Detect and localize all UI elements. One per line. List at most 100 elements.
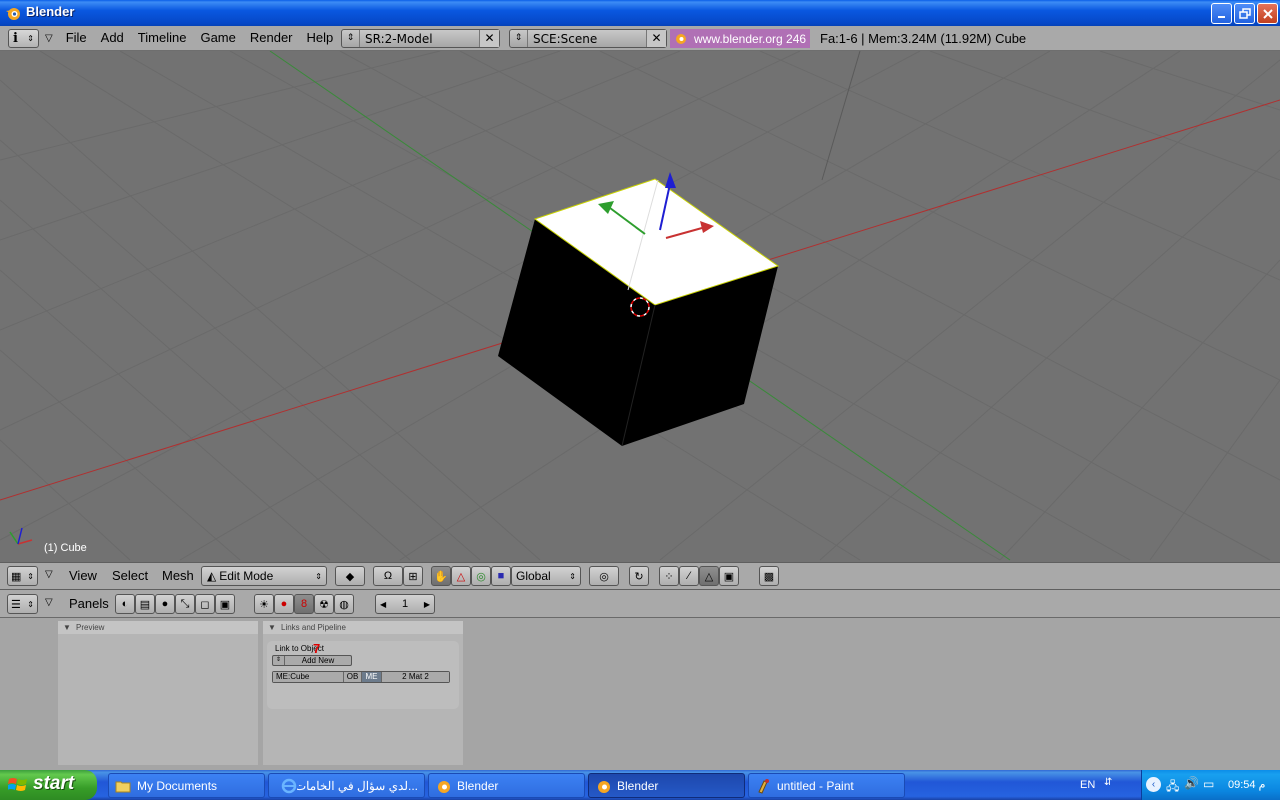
close-icon xyxy=(1262,8,1273,19)
me-link-button[interactable]: ME xyxy=(361,672,381,682)
script-context-button[interactable]: ▤ xyxy=(135,594,155,614)
occlude-geometry-button[interactable]: ▣ xyxy=(719,566,739,586)
radiosity-icon: ☢ xyxy=(319,598,329,611)
ob-link-button[interactable]: OB xyxy=(343,672,361,682)
pivot-button[interactable]: Ω xyxy=(373,566,403,586)
manipulator-toggle[interactable]: ✋ xyxy=(431,566,451,586)
edge-select-icon: ⁄ xyxy=(688,570,690,582)
proportional-edit-button[interactable]: ◎ xyxy=(589,566,619,586)
collapse-menu-icon[interactable]: ▽ xyxy=(45,569,53,580)
frame-value[interactable]: 1 xyxy=(402,598,408,610)
task-blender-2[interactable]: Blender xyxy=(588,773,745,798)
axis-gizmo-icon xyxy=(9,527,33,545)
3d-viewport[interactable]: (1) Cube xyxy=(0,51,1280,562)
menu-select[interactable]: Select xyxy=(112,568,148,583)
world-globe-icon: ◍ xyxy=(339,598,349,611)
material-button[interactable]: ● xyxy=(274,594,294,614)
show-hidden-icons-button[interactable]: ‹ xyxy=(1146,777,1161,792)
shading-context-button[interactable]: ● xyxy=(155,594,175,614)
edit-mode-icon: ◭ xyxy=(207,569,217,583)
draw-type-button[interactable]: ◆ xyxy=(335,566,365,586)
restore-button[interactable] xyxy=(1234,3,1255,24)
logic-context-button[interactable]: ◐ xyxy=(115,594,135,614)
world-button[interactable]: ◍ xyxy=(334,594,354,614)
frame-field[interactable]: ◀ 1 ▶ xyxy=(375,594,435,614)
task-blender-1[interactable]: Blender xyxy=(428,773,585,798)
language-indicator[interactable]: EN xyxy=(1080,779,1095,791)
mode-selector[interactable]: ◭ Edit Mode ⇕ xyxy=(201,566,327,586)
clock[interactable]: 09:54 م xyxy=(1228,778,1265,791)
collapse-triangle-icon[interactable]: ▼ xyxy=(268,621,276,634)
orientation-selector[interactable]: Global ⇕ xyxy=(511,566,581,586)
language-bar-icon[interactable]: ⇵ xyxy=(1104,777,1112,788)
minimize-button[interactable] xyxy=(1211,3,1232,24)
menu-render[interactable]: Render xyxy=(243,26,300,50)
active-object-label: (1) Cube xyxy=(44,542,87,554)
close-button[interactable] xyxy=(1257,3,1278,24)
radiosity-button[interactable]: ☢ xyxy=(314,594,334,614)
task-paint[interactable]: untitled - Paint xyxy=(748,773,905,798)
monitor-icon[interactable]: ▭ xyxy=(1203,777,1214,791)
collapse-menu-icon[interactable]: ▽ xyxy=(45,597,53,608)
menu-view[interactable]: View xyxy=(69,568,97,583)
add-new-material-button[interactable]: ⇕ Add New xyxy=(272,655,352,666)
panel-title: Preview xyxy=(76,623,105,632)
mesh-name-field[interactable]: ME:Cube xyxy=(273,672,343,682)
object-axes-icon: ⤡ xyxy=(180,597,190,610)
object-context-button[interactable]: ⤡ xyxy=(175,594,195,614)
decrement-arrow-icon[interactable]: ◀ xyxy=(380,600,386,609)
editor-type-button[interactable]: ☰ ⇕ xyxy=(7,594,38,614)
screen-selector[interactable]: ⇕ SR:2-Model ✕ xyxy=(341,29,500,48)
edge-select-button[interactable]: ⁄ xyxy=(679,566,699,586)
updown-arrows-icon: ⇕ xyxy=(569,571,576,581)
render-view-button[interactable]: ▩ xyxy=(759,566,779,586)
snap-button[interactable]: ⊞ xyxy=(403,566,423,586)
scale-button[interactable]: ■ xyxy=(491,566,511,586)
buttons-window: ▼ Preview ▼ Links and Pipeline Link to O… xyxy=(0,618,1280,770)
start-button[interactable]: start xyxy=(0,770,97,800)
task-browser[interactable]: ...لدي سؤال في الخامات xyxy=(268,773,425,798)
vertex-select-button[interactable]: ⁘ xyxy=(659,566,679,586)
scene-name[interactable]: SCE:Scene xyxy=(528,32,646,46)
task-label: ...لدي سؤال في الخامات xyxy=(297,778,418,793)
menu-help[interactable]: Help xyxy=(300,26,341,50)
translate-button[interactable]: △ xyxy=(451,566,471,586)
panel-title: Links and Pipeline xyxy=(281,623,346,632)
screen-name[interactable]: SR:2-Model xyxy=(360,32,479,46)
internet-explorer-icon xyxy=(281,778,297,793)
rotate-button[interactable]: ◎ xyxy=(471,566,491,586)
task-my-documents[interactable]: My Documents xyxy=(108,773,265,798)
collapse-triangle-icon[interactable]: ▼ xyxy=(63,621,71,634)
updown-arrows-icon: ⇕ xyxy=(27,571,34,581)
scene-context-button[interactable]: ▣ xyxy=(215,594,235,614)
task-label: Blender xyxy=(617,778,659,793)
material-index-field[interactable]: 2 Mat 2 xyxy=(381,672,449,682)
increment-arrow-icon[interactable]: ▶ xyxy=(424,600,430,609)
editor-type-button[interactable]: i ⇕ xyxy=(8,28,39,48)
menu-game[interactable]: Game xyxy=(193,26,242,50)
proportional-icon: ◎ xyxy=(599,570,609,583)
network-icon[interactable]: 🖧 xyxy=(1166,777,1179,798)
pacman-icon: ◐ xyxy=(121,598,129,610)
cube-mesh[interactable] xyxy=(498,178,780,447)
proportional-falloff-button[interactable]: ↻ xyxy=(629,566,649,586)
delete-scene-icon[interactable]: ✕ xyxy=(646,30,666,47)
texture-button[interactable]: 8 xyxy=(294,594,314,614)
delete-screen-icon[interactable]: ✕ xyxy=(479,30,499,47)
editor-type-button[interactable]: ▦ ⇕ xyxy=(7,566,38,586)
editing-context-button[interactable]: ◻ xyxy=(195,594,215,614)
hand-icon: ✋ xyxy=(434,570,448,583)
lamp-button[interactable]: ☀ xyxy=(254,594,274,614)
face-select-button[interactable]: △ xyxy=(699,566,719,586)
start-label: start xyxy=(33,773,75,794)
menu-add[interactable]: Add xyxy=(94,26,131,50)
volume-icon[interactable]: 🔊 xyxy=(1184,776,1199,790)
scene-selector[interactable]: ⇕ SCE:Scene ✕ xyxy=(509,29,667,48)
menu-mesh[interactable]: Mesh xyxy=(162,568,194,583)
menu-file[interactable]: File xyxy=(59,26,94,50)
panel-header[interactable]: ▼ Links and Pipeline xyxy=(263,621,463,634)
menu-timeline[interactable]: Timeline xyxy=(131,26,194,50)
collapse-menu-icon[interactable]: ▽ xyxy=(45,33,53,44)
menu-panels[interactable]: Panels xyxy=(69,596,109,611)
panel-header[interactable]: ▼ Preview xyxy=(58,621,258,634)
